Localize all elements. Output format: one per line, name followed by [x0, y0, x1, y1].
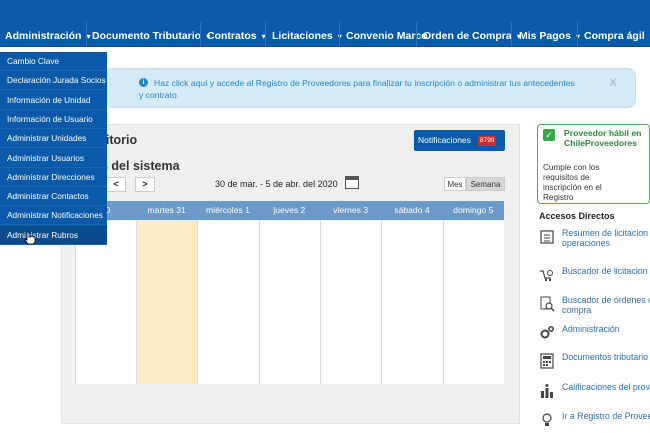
calendar-prev-button[interactable]: < [106, 177, 126, 192]
nav-mis-pagos[interactable]: Mis Pagos▾ [519, 28, 580, 44]
calendar-date-range: 30 de mar. - 5 de abr. del 2020 [215, 179, 338, 189]
document-search-icon[interactable] [539, 296, 555, 312]
acceso-directo-link[interactable]: Administración [562, 324, 650, 334]
calendar-day-header[interactable]: viernes 3 [320, 201, 381, 220]
calendar-day-column[interactable] [258, 221, 320, 384]
banner-text-line2[interactable]: y contrato. [139, 90, 179, 100]
acceso-directo-link[interactable]: Buscador de órdenes d compra [562, 295, 650, 315]
dropdown-item[interactable]: Administrar Rubros [0, 225, 107, 245]
calendar-day-header[interactable]: domingo 5 [443, 201, 504, 220]
ranking-icon[interactable] [539, 383, 555, 399]
gears-icon[interactable] [539, 325, 555, 341]
accesos-directos-title: Accesos Directos [539, 211, 615, 221]
calculator-icon[interactable] [539, 353, 555, 369]
acceso-directo-link[interactable]: Buscador de licitacion [562, 266, 650, 276]
cart-search-icon[interactable] [539, 267, 555, 283]
acceso-label-line2: operaciones [562, 238, 610, 248]
calendar-day-header[interactable]: jueves 2 [259, 201, 320, 220]
notifications-count-badge: 8799 [478, 136, 497, 146]
nav-compra-agil[interactable]: Compra ágil▾ [584, 28, 650, 44]
calendar-day-column[interactable] [320, 221, 381, 384]
calendar-day-column[interactable] [381, 221, 442, 384]
provider-status-description: Cumple con los requisitos de inscripción… [543, 163, 602, 202]
nav-divider [339, 22, 340, 47]
lightbulb-icon[interactable] [539, 412, 555, 428]
hand-cursor-icon [24, 231, 36, 245]
banner-text-line1[interactable]: Haz click aquí y accede al Registro de P… [154, 78, 575, 88]
registro-banner[interactable]: i Haz click aquí y accede al Registro de… [105, 68, 636, 108]
acceso-directo-link[interactable]: Calificaciones del prov [562, 382, 650, 392]
nav-divider [200, 22, 201, 47]
nav-administracion[interactable]: Administración ▾ [5, 28, 90, 44]
acceso-directo-link[interactable]: Resumen de licitacion operaciones [562, 228, 650, 248]
list-icon[interactable] [539, 229, 555, 245]
dropdown-item[interactable]: Cambio Clave [0, 52, 107, 71]
nav-divider [577, 22, 578, 47]
acceso-label-line1: Administración [562, 324, 620, 334]
calendar-day-header[interactable]: martes 31 [136, 201, 197, 220]
events-title: s del sistema [101, 159, 180, 173]
calendar-day-column-today[interactable] [136, 221, 198, 384]
calendar-day-column[interactable] [442, 221, 504, 384]
calendar-icon[interactable] [345, 176, 359, 189]
acceso-directo-link[interactable]: Documentos tributario [562, 352, 650, 362]
acceso-label-line2: compra [562, 305, 592, 315]
nav-contratos[interactable]: Contratos ▾ [207, 28, 266, 44]
main-navbar: Administración ▾ Documento Tributario ▾ Co… [0, 0, 650, 47]
acceso-label-line1: Buscador de licitacion [562, 266, 648, 276]
administracion-dropdown: Cambio Clave Declaración Jurada Socios Inf… [0, 52, 107, 245]
dropdown-item[interactable]: Administrar Contactos [0, 187, 107, 207]
dropdown-item[interactable]: Información de Unidad [0, 91, 107, 110]
check-icon: ✓ [543, 129, 555, 141]
nav-licitaciones[interactable]: Licitaciones▾ [272, 28, 342, 44]
acceso-label-line1: Resumen de licitacion [562, 228, 649, 238]
acceso-directo-link[interactable]: Ir a Registro de Provee [562, 411, 650, 421]
banner-close-button[interactable]: X [610, 77, 617, 89]
calendar-day-header[interactable]: miércoles 1 [197, 201, 258, 220]
calendar-next-button[interactable]: > [135, 177, 155, 192]
acceso-label-line1: Ir a Registro de Provee [562, 411, 650, 421]
view-month-button[interactable]: Mes [444, 177, 466, 191]
dropdown-item[interactable]: Administrar Direcciones [0, 168, 107, 187]
nav-divider [86, 22, 87, 47]
acceso-label-line1: Documentos tributario [562, 352, 649, 362]
calendar-day-column[interactable] [197, 221, 258, 384]
calendar-day-column[interactable] [75, 221, 136, 384]
dropdown-item[interactable]: Administrar Notificaciones [0, 206, 107, 226]
nav-documento-tributario[interactable]: Documento Tributario ▾ [92, 28, 210, 44]
nav-orden-de-compra[interactable]: Orden de Compra ▾ [423, 28, 521, 44]
calendar-day-header[interactable]: sábado 4 [381, 201, 442, 220]
notifications-label: Notificaciones [418, 135, 471, 145]
view-week-button[interactable]: Semana [466, 177, 505, 191]
nav-divider [416, 22, 417, 47]
dropdown-item[interactable]: Administrar Unidades [0, 129, 107, 149]
acceso-label-line1: Calificaciones del prov [562, 382, 650, 392]
dropdown-item[interactable]: Información de Usuario [0, 110, 107, 129]
dropdown-item[interactable]: Administrar Usuarios [0, 149, 107, 168]
info-icon: i [139, 78, 148, 87]
acceso-label-line1: Buscador de órdenes d [562, 295, 650, 305]
provider-status-title: Proveedor hábil en ChileProveedores [564, 128, 642, 148]
nav-divider [511, 22, 512, 47]
nav-divider [265, 22, 266, 47]
dropdown-item[interactable]: Declaración Jurada Socios [0, 71, 107, 91]
